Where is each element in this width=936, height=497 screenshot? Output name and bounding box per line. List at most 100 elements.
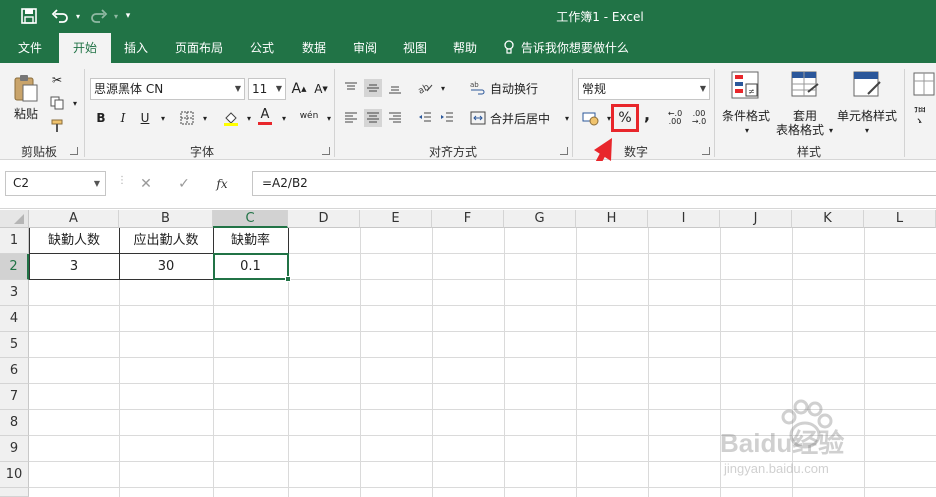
- undo-icon[interactable]: [48, 6, 72, 26]
- insert-function-icon[interactable]: fx: [209, 177, 235, 191]
- paste-button[interactable]: 粘贴: [8, 69, 44, 125]
- tab-view[interactable]: 视图: [393, 33, 437, 63]
- align-top-icon[interactable]: [342, 79, 360, 97]
- italic-button[interactable]: I: [114, 109, 132, 127]
- cell-b1[interactable]: 应出勤人数: [119, 228, 213, 253]
- row-header-8[interactable]: 8: [0, 410, 29, 436]
- borders-dropdown-icon[interactable]: ▾: [196, 109, 214, 127]
- conditional-format-icon[interactable]: ≠: [720, 71, 770, 99]
- clipboard-launcher-icon[interactable]: [70, 147, 78, 155]
- align-center-icon[interactable]: [364, 109, 382, 127]
- insert-cells-icon[interactable]: [912, 71, 936, 99]
- tab-review[interactable]: 审阅: [343, 33, 387, 63]
- cell-a2[interactable]: 3: [29, 254, 119, 279]
- row-header-5[interactable]: 5: [0, 332, 29, 358]
- decrease-indent-icon[interactable]: [416, 109, 434, 127]
- row-header-10[interactable]: 10: [0, 462, 29, 488]
- row-header-11[interactable]: [0, 488, 29, 497]
- row-header-2[interactable]: 2: [0, 254, 29, 280]
- bold-button[interactable]: B: [92, 109, 110, 127]
- table-format-icon[interactable]: [788, 71, 822, 99]
- tab-file[interactable]: 文件: [8, 33, 52, 63]
- fill-handle[interactable]: [285, 276, 291, 282]
- name-box[interactable]: C2 ▼: [5, 171, 106, 196]
- format-painter-icon[interactable]: [48, 117, 66, 135]
- align-middle-icon[interactable]: [364, 79, 382, 97]
- cell-a1[interactable]: 缺勤人数: [29, 228, 119, 253]
- undo-dropdown-icon[interactable]: ▾: [73, 6, 83, 26]
- cell-styles-icon[interactable]: [850, 71, 884, 99]
- tab-formulas[interactable]: 公式: [240, 33, 284, 63]
- conditional-dropdown-icon[interactable]: ▾: [738, 121, 756, 139]
- orientation-dropdown-icon[interactable]: ▾: [434, 79, 452, 97]
- column-header-l[interactable]: L: [864, 210, 936, 228]
- column-header-a[interactable]: A: [29, 210, 119, 228]
- column-header-f[interactable]: F: [432, 210, 504, 228]
- align-right-icon[interactable]: [386, 109, 404, 127]
- increase-decimal-icon[interactable]: ←.0.00: [664, 109, 686, 127]
- row-header-9[interactable]: 9: [0, 436, 29, 462]
- tab-help[interactable]: 帮助: [443, 33, 487, 63]
- table-format-dropdown-icon[interactable]: ▾: [822, 121, 840, 139]
- column-header-g[interactable]: G: [504, 210, 576, 228]
- select-all-button[interactable]: [0, 210, 29, 228]
- wrap-text-button[interactable]: 自动换行: [490, 79, 538, 97]
- increase-indent-icon[interactable]: [438, 109, 456, 127]
- save-icon[interactable]: [18, 6, 40, 26]
- row-header-3[interactable]: 3: [0, 280, 29, 306]
- align-left-icon[interactable]: [342, 109, 360, 127]
- orientation-icon[interactable]: ab: [416, 79, 434, 97]
- enter-icon[interactable]: ✓: [171, 176, 197, 192]
- column-header-j[interactable]: J: [720, 210, 792, 228]
- row-header-1[interactable]: 1: [0, 228, 29, 254]
- underline-button[interactable]: U: [136, 109, 154, 127]
- font-size-select[interactable]: 11 ▼: [248, 78, 286, 100]
- comma-style-button[interactable]: ,: [638, 105, 656, 124]
- column-header-c[interactable]: C: [213, 210, 288, 228]
- tab-home[interactable]: 开始: [59, 33, 111, 63]
- copy-icon[interactable]: [48, 94, 66, 112]
- cut-icon[interactable]: ✂: [48, 71, 66, 89]
- table-format-button[interactable]: 表格格式: [772, 121, 828, 137]
- row-header-7[interactable]: 7: [0, 384, 29, 410]
- accounting-format-icon[interactable]: [582, 109, 600, 127]
- customize-qat-icon[interactable]: ▾: [122, 6, 134, 26]
- merge-center-icon[interactable]: [469, 109, 487, 127]
- insert-cells-button[interactable]: 插入: [914, 107, 936, 123]
- number-format-select[interactable]: 常规 ▼: [578, 78, 710, 100]
- decrease-decimal-icon[interactable]: .00 →.0: [688, 109, 710, 127]
- tab-insert[interactable]: 插入: [114, 33, 158, 63]
- grow-font-icon[interactable]: A ▲: [290, 80, 308, 98]
- column-header-i[interactable]: I: [648, 210, 720, 228]
- tell-me-box[interactable]: 告诉我你想要做什么: [503, 33, 629, 63]
- underline-dropdown-icon[interactable]: ▾: [154, 109, 172, 127]
- merge-dropdown-icon[interactable]: ▾: [558, 109, 576, 127]
- fill-color-icon[interactable]: [222, 109, 240, 127]
- redo-dropdown-icon[interactable]: ▾: [111, 6, 121, 26]
- tab-page-layout[interactable]: 页面布局: [168, 33, 230, 63]
- cell-styles-dropdown-icon[interactable]: ▾: [858, 121, 876, 139]
- column-header-b[interactable]: B: [119, 210, 213, 228]
- font-color-icon[interactable]: A: [256, 107, 274, 125]
- shrink-font-icon[interactable]: A ▼: [312, 80, 330, 98]
- cancel-icon[interactable]: ✕: [133, 176, 159, 192]
- font-name-select[interactable]: 思源黑体 CN ▼: [90, 78, 245, 100]
- number-launcher-icon[interactable]: [702, 147, 710, 155]
- column-header-k[interactable]: K: [792, 210, 864, 228]
- borders-icon[interactable]: [178, 109, 196, 127]
- alignment-launcher-icon[interactable]: [560, 147, 568, 155]
- column-header-d[interactable]: D: [288, 210, 360, 228]
- merge-center-button[interactable]: 合并后居中: [490, 109, 550, 127]
- tab-data[interactable]: 数据: [292, 33, 336, 63]
- redo-icon[interactable]: [88, 6, 110, 26]
- column-header-h[interactable]: H: [576, 210, 648, 228]
- row-header-4[interactable]: 4: [0, 306, 29, 332]
- cell-b2[interactable]: 30: [119, 254, 213, 279]
- wrap-text-icon[interactable]: ab: [469, 79, 487, 97]
- font-color-dropdown-icon[interactable]: ▾: [275, 109, 293, 127]
- phonetic-icon[interactable]: wén: [298, 107, 320, 125]
- align-bottom-icon[interactable]: [386, 79, 404, 97]
- row-header-6[interactable]: 6: [0, 358, 29, 384]
- copy-dropdown-icon[interactable]: ▾: [66, 94, 84, 112]
- phonetic-dropdown-icon[interactable]: ▾: [320, 109, 338, 127]
